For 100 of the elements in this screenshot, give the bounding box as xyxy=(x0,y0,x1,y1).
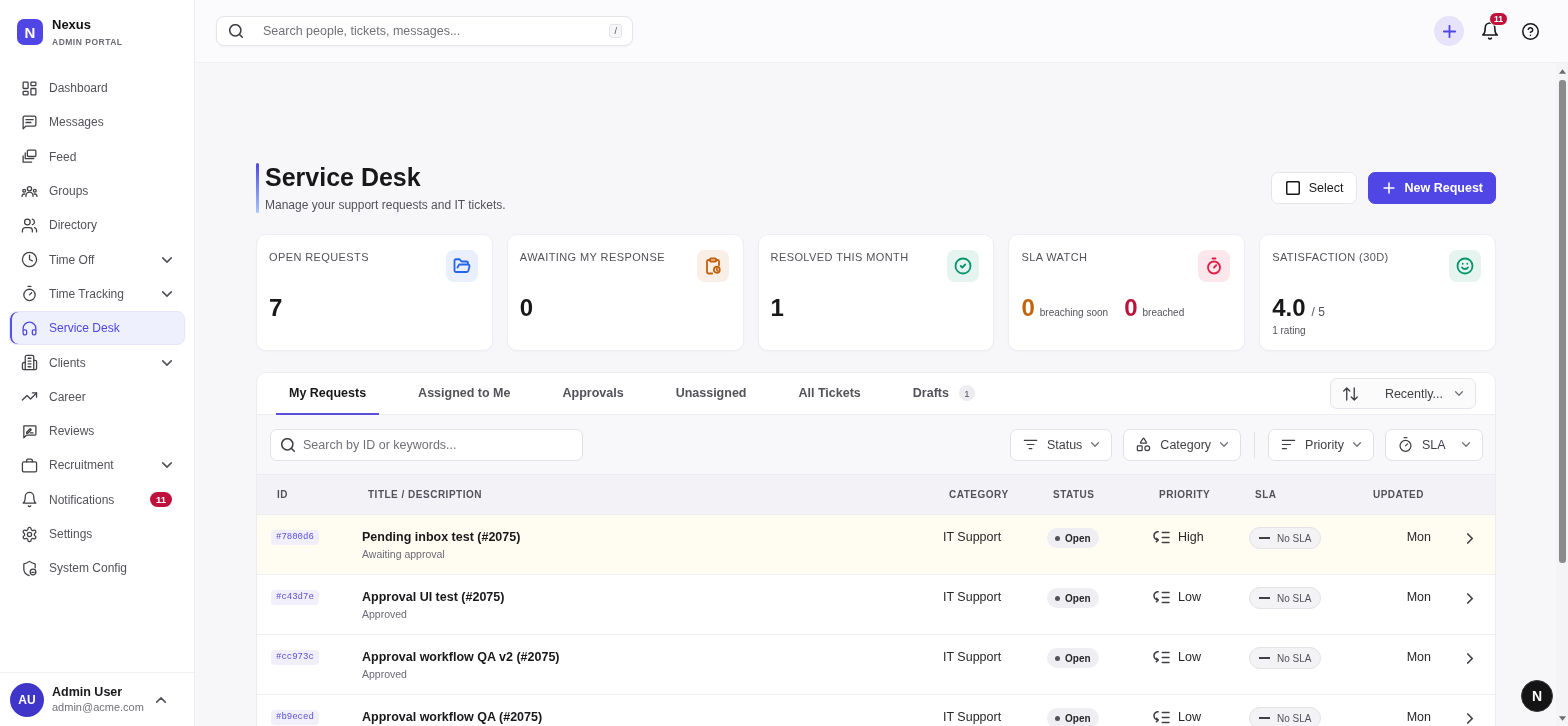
column-header[interactable]: ID xyxy=(271,489,362,500)
app-logo[interactable]: N xyxy=(17,19,43,45)
stat-count: 0 xyxy=(1124,294,1138,322)
chevron-down-icon[interactable] xyxy=(162,359,172,366)
table-row[interactable]: #7800d6 Pending inbox test (#2075) Awaiting approval IT Support Open High No SLA Mon xyxy=(257,515,1495,575)
sla-text: No SLA xyxy=(1277,712,1312,724)
dev-tools-button[interactable]: N xyxy=(1521,680,1553,712)
sidebar-item[interactable]: System Config xyxy=(9,551,185,586)
sidebar-item[interactable]: Dashboard xyxy=(9,71,185,106)
filter-dropdown[interactable]: Priority xyxy=(1268,428,1374,461)
sidebar-item[interactable]: Notifications 11 xyxy=(9,482,185,517)
ticket-id[interactable]: #c43d7e xyxy=(271,590,319,605)
sort-dropdown[interactable]: Recently... xyxy=(1330,378,1476,409)
scrollbar-thumb[interactable] xyxy=(1558,80,1566,563)
sort-lines-icon xyxy=(1281,437,1297,452)
new-request-button[interactable]: New Request xyxy=(1367,172,1496,204)
chevron-down-icon[interactable] xyxy=(162,290,172,297)
sidebar-item[interactable]: Directory xyxy=(9,208,185,243)
column-header[interactable]: TITLE / DESCRIPTION xyxy=(362,489,943,500)
ticket-category: IT Support xyxy=(943,709,1002,725)
sidebar-item[interactable]: Feed xyxy=(9,139,185,174)
count-badge: 11 xyxy=(149,492,172,508)
sidebar-item[interactable]: Settings xyxy=(9,516,185,552)
briefcase-icon xyxy=(21,456,38,474)
ticket-category: IT Support xyxy=(943,589,1002,605)
grid-icon xyxy=(21,79,38,97)
ticket-title[interactable]: Approval UI test (#2075) xyxy=(362,589,505,605)
chevron-right-icon[interactable] xyxy=(1467,533,1473,544)
tab[interactable]: Drafts 1 xyxy=(899,373,988,415)
column-header[interactable]: SLA xyxy=(1249,489,1349,500)
stat-value: 4.0 xyxy=(1272,294,1306,322)
avatar[interactable]: AU xyxy=(10,682,44,717)
ticket-id[interactable]: #cc973c xyxy=(271,650,319,665)
chevron-right-icon[interactable] xyxy=(1467,593,1473,604)
sla-text: No SLA xyxy=(1277,532,1312,544)
dash-icon xyxy=(1259,657,1270,659)
help-icon[interactable] xyxy=(1522,22,1539,40)
page-subtitle: Manage your support requests and IT tickets. xyxy=(265,197,506,213)
sidebar-item[interactable]: Reviews xyxy=(9,413,185,449)
stat-value: 0 xyxy=(519,294,534,322)
sidebar-item[interactable]: Clients xyxy=(9,345,185,380)
search-icon xyxy=(229,24,243,38)
stat-caption: breaching soon xyxy=(1039,307,1109,318)
dash-icon xyxy=(1259,537,1270,539)
sidebar-item[interactable]: Recruitment xyxy=(9,448,185,483)
tab[interactable]: Approvals xyxy=(549,373,637,415)
chevron-up-icon[interactable] xyxy=(156,696,166,703)
users-icon xyxy=(21,216,38,234)
plus-icon xyxy=(1381,181,1396,195)
ticket-id[interactable]: #b9eced xyxy=(271,710,319,725)
list-arrow-icon xyxy=(1153,589,1170,605)
filter-dropdown[interactable]: Status xyxy=(1009,428,1113,461)
chevron-down-icon[interactable] xyxy=(162,462,172,469)
scroll-up-arrow-icon[interactable] xyxy=(1558,69,1566,74)
scroll-down-arrow-icon[interactable] xyxy=(1558,716,1566,721)
sidebar-item[interactable]: Time Off xyxy=(9,242,185,277)
smile-icon xyxy=(1449,250,1481,282)
sidebar-item[interactable]: Time Tracking xyxy=(9,276,185,312)
column-header[interactable]: CATEGORY xyxy=(943,489,1047,500)
chevron-down-icon xyxy=(1455,391,1463,396)
ticket-id[interactable]: #7800d6 xyxy=(271,530,319,545)
chevron-right-icon[interactable] xyxy=(1467,713,1473,724)
ticket-category: IT Support xyxy=(943,649,1002,665)
ticket-description: Approved xyxy=(362,608,407,621)
chevron-down-icon[interactable] xyxy=(162,256,172,263)
stat-label: SATISFACTION (30D) xyxy=(1272,250,1389,264)
status-text: Open xyxy=(1065,652,1091,664)
chevron-down-icon xyxy=(1462,442,1470,447)
select-button[interactable]: Select xyxy=(1270,172,1357,204)
ticket-title[interactable]: Pending inbox test (#2075) xyxy=(362,529,521,545)
app-subtitle: ADMIN PORTAL xyxy=(52,37,123,48)
search-field[interactable]: Search by ID or keywords... xyxy=(270,428,583,461)
tab[interactable]: Unassigned xyxy=(662,373,760,415)
sidebar-item[interactable]: Career xyxy=(9,379,185,414)
sidebar-item[interactable]: Service Desk xyxy=(9,311,185,346)
column-header[interactable]: UPDATED xyxy=(1349,489,1431,500)
tab[interactable]: All Tickets xyxy=(785,373,874,415)
priority-text: Low xyxy=(1178,650,1201,664)
stat-label: OPEN REQUESTS xyxy=(269,250,369,264)
clock-icon xyxy=(21,251,38,269)
chevron-right-icon[interactable] xyxy=(1467,653,1473,664)
clipboard-clock-icon xyxy=(696,250,729,282)
user-email: admin@acme.com xyxy=(52,700,144,714)
stat-note: 1 rating xyxy=(1272,325,1307,337)
filter-dropdown[interactable]: Category xyxy=(1123,428,1242,461)
ticket-title[interactable]: Approval workflow QA v2 (#2075) xyxy=(362,649,560,665)
sidebar-item[interactable]: Messages xyxy=(9,105,185,140)
scrollbar[interactable] xyxy=(1556,63,1568,726)
dash-icon xyxy=(1259,597,1270,599)
updated-time: Mon xyxy=(1406,649,1431,665)
shield-icon xyxy=(21,559,38,577)
filter-dropdown[interactable]: SLA xyxy=(1385,428,1483,461)
add-button[interactable] xyxy=(1434,16,1464,46)
column-header[interactable]: STATUS xyxy=(1047,489,1153,500)
sidebar-item[interactable]: Groups xyxy=(9,173,185,209)
ticket-title[interactable]: Approval workflow QA (#2075) xyxy=(362,709,543,725)
tab[interactable]: Assigned to Me xyxy=(405,373,524,415)
column-header[interactable]: PRIORITY xyxy=(1153,489,1249,500)
bell-icon[interactable] xyxy=(1482,22,1498,40)
timer-icon xyxy=(21,285,38,303)
